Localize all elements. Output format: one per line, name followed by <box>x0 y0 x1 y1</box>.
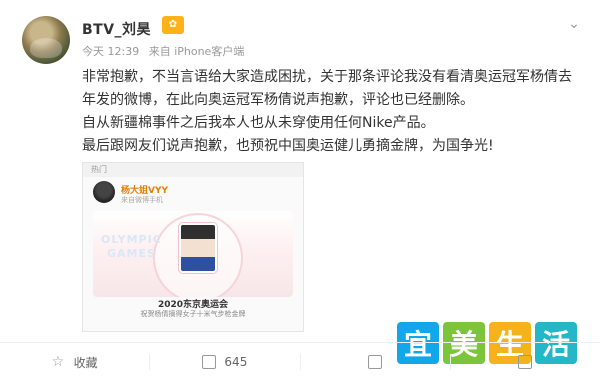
repost-icon <box>202 355 217 369</box>
like-action[interactable] <box>451 355 600 369</box>
comment-action[interactable] <box>301 355 450 369</box>
repost-action[interactable]: 645 <box>150 355 299 369</box>
content-line-1: 非常抱歉，不当言语给大家造成困扰，关于那条评论我没有看清奥运冠军杨倩去 <box>82 69 572 85</box>
repost-count: 645 <box>224 355 248 369</box>
embedded-post-card[interactable]: 热门 杨大姐VYY 来自微博手机 OLYMPIC GAMES 2020东京奥运会… <box>82 162 304 332</box>
post-actions: ☆ 收藏 645 <box>0 342 600 381</box>
username[interactable]: BTV_刘昊 <box>82 19 151 39</box>
like-icon <box>518 355 533 369</box>
card-description: 祝贺杨倩摘得女子十米气步枪金牌 <box>140 310 246 318</box>
collect-label: 收藏 <box>73 355 98 370</box>
post-time[interactable]: 今天 12:39 <box>82 45 139 58</box>
card-topbar: 热门 <box>83 163 303 177</box>
weibo-post: BTV_刘昊 ✿ 今天 12:39 来自 iPhone客户端 ⌄ 非常抱歉，不当… <box>0 0 600 380</box>
olympic-text-2: GAMES <box>107 247 156 260</box>
card-avatar <box>93 181 115 203</box>
content-line-2: 年发的微博，在此向奥运冠军杨倩说声抱歉，评论也已经删除。 <box>82 92 474 108</box>
comment-icon <box>368 355 383 369</box>
vip-badge-icon: ✿ <box>162 16 184 34</box>
user-avatar[interactable] <box>22 16 70 64</box>
star-icon: ☆ <box>51 354 65 370</box>
collect-action[interactable]: ☆ 收藏 <box>0 354 149 371</box>
post-meta: 今天 12:39 来自 iPhone客户端 <box>82 43 250 59</box>
content-line-3: 自从新疆棉事件之后我本人也从未穿使用任何Nike产品。 <box>82 115 435 131</box>
olympic-text: OLYMPIC <box>101 233 162 246</box>
chevron-down-icon[interactable]: ⌄ <box>566 16 582 32</box>
card-visual: OLYMPIC GAMES <box>93 211 293 297</box>
post-source: 来自 iPhone客户端 <box>148 45 245 58</box>
athlete-photo <box>179 223 217 273</box>
post-content: 非常抱歉，不当言语给大家造成困扰，关于那条评论我没有看清奥运冠军杨倩去 年发的微… <box>82 66 582 158</box>
card-sub: 来自微博手机 <box>121 196 163 204</box>
content-line-4: 最后跟网友们说声抱歉，也预祝中国奥运健儿勇摘金牌，为国争光! <box>82 138 494 154</box>
